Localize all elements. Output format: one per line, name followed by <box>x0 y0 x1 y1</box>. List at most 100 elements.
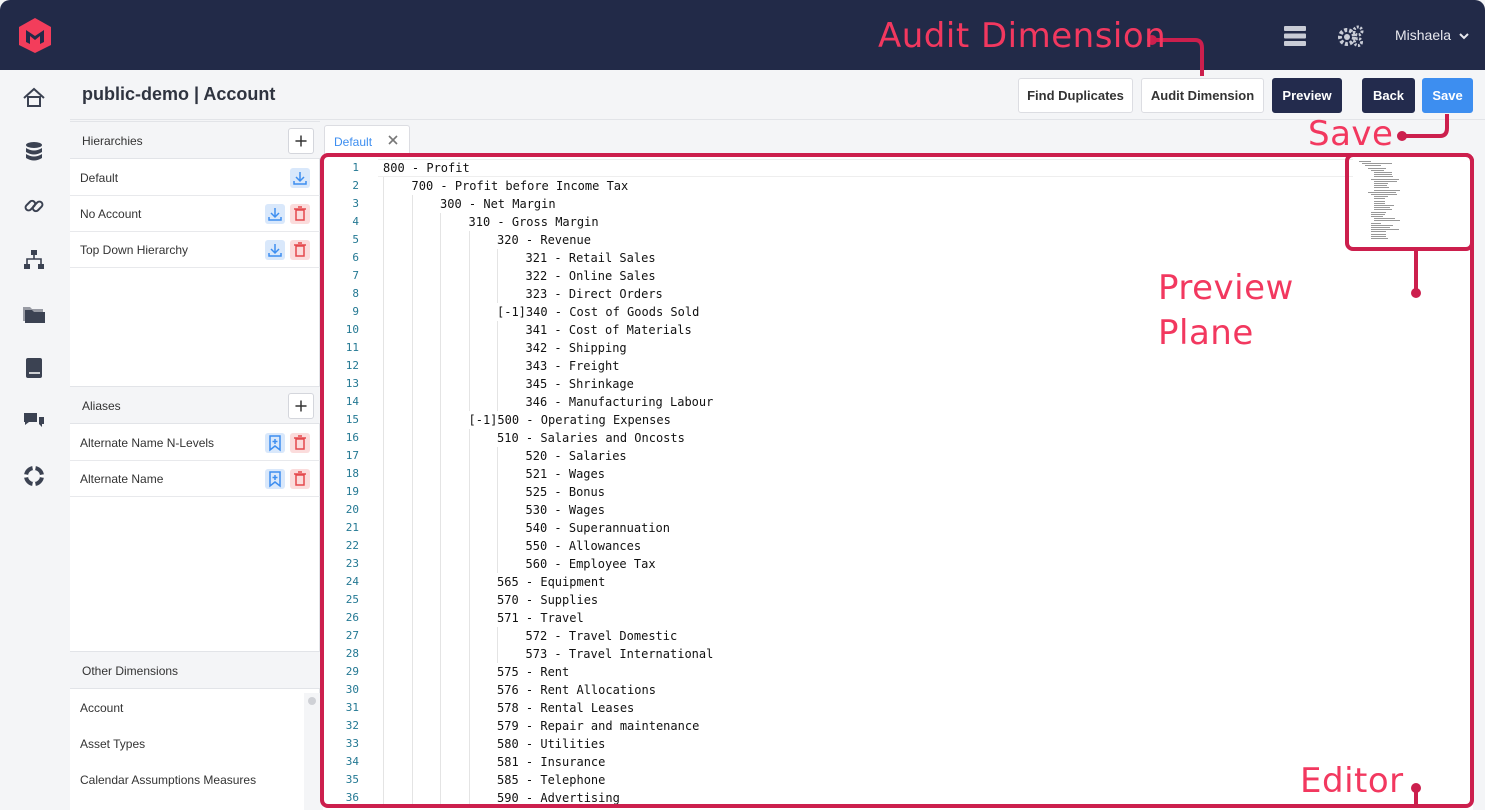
server-icon[interactable] <box>1283 25 1307 47</box>
line-number: 7 <box>352 269 359 282</box>
code-line[interactable]: 581 - Insurance <box>497 753 605 771</box>
indent-guide <box>468 447 470 465</box>
indent-guide <box>411 519 413 537</box>
hierarchy-item-no-account[interactable]: No Account <box>70 196 320 232</box>
code-line[interactable]: 580 - Utilities <box>497 735 605 753</box>
code-line[interactable]: 510 - Salaries and Oncosts <box>497 429 685 447</box>
user-menu[interactable]: Mishaela <box>1395 27 1470 43</box>
indent-guide <box>440 231 441 249</box>
indent-guide <box>411 321 413 339</box>
code-line[interactable]: 342 - Shipping <box>526 339 627 357</box>
code-line[interactable]: 560 - Employee Tax <box>526 555 656 573</box>
code-line[interactable]: 322 - Online Sales <box>526 267 656 285</box>
trash-icon[interactable] <box>290 469 310 489</box>
tab-default[interactable]: Default <box>324 125 410 155</box>
indent-guide <box>411 555 413 573</box>
indent-guide <box>383 645 384 663</box>
folder-icon[interactable] <box>22 302 46 326</box>
code-line[interactable]: 571 - Travel <box>497 609 584 627</box>
code-line[interactable]: 346 - Manufacturing Labour <box>526 393 714 411</box>
audit-dimension-button[interactable]: Audit Dimension <box>1141 78 1264 113</box>
indent-guide <box>497 537 498 555</box>
indent-guide <box>497 555 498 573</box>
code-line[interactable]: 700 - Profit before Income Tax <box>412 177 629 195</box>
dimension-item-account[interactable]: Account <box>70 690 320 726</box>
dimension-item-asset-types[interactable]: Asset Types <box>70 726 320 762</box>
find-duplicates-button[interactable]: Find Duplicates <box>1018 78 1133 113</box>
indent-guide <box>440 393 441 411</box>
indent-guide <box>383 591 384 609</box>
bookmark-add-icon[interactable] <box>265 433 285 453</box>
close-tab-icon[interactable] <box>387 134 399 146</box>
code-line[interactable]: 520 - Salaries <box>526 447 627 465</box>
code-line[interactable]: 323 - Direct Orders <box>526 285 663 303</box>
alias-item-n-levels[interactable]: Alternate Name N-Levels <box>70 425 320 461</box>
trash-icon[interactable] <box>290 204 310 224</box>
database-icon[interactable] <box>22 140 46 164</box>
hierarchy-icon[interactable] <box>22 248 46 272</box>
code-line[interactable]: 540 - Superannuation <box>526 519 671 537</box>
indent-guide <box>383 609 384 627</box>
code-line[interactable]: 572 - Travel Domestic <box>526 627 678 645</box>
download-icon[interactable] <box>265 240 285 260</box>
code-line[interactable]: 578 - Rental Leases <box>497 699 634 717</box>
code-line[interactable]: 341 - Cost of Materials <box>526 321 692 339</box>
other-dimensions-scrollbar[interactable] <box>304 693 320 810</box>
minimap[interactable] <box>1353 155 1443 255</box>
book-icon[interactable] <box>22 356 46 380</box>
indent-guide <box>411 501 413 519</box>
alias-item-alternate-name[interactable]: Alternate Name <box>70 461 320 497</box>
download-icon[interactable] <box>290 168 310 188</box>
code-line[interactable]: 343 - Freight <box>526 357 620 375</box>
code-line[interactable]: 565 - Equipment <box>497 573 605 591</box>
trash-icon[interactable] <box>290 240 310 260</box>
minimap-line <box>1368 191 1396 193</box>
code-line[interactable]: 300 - Net Margin <box>440 195 556 213</box>
hierarchy-item-top-down[interactable]: Top Down Hierarchy <box>70 232 320 268</box>
code-line[interactable]: 525 - Bonus <box>526 483 605 501</box>
minimap-line <box>1374 176 1393 178</box>
hierarchy-item-default[interactable]: Default <box>70 160 320 196</box>
code-line[interactable]: 573 - Travel International <box>526 645 714 663</box>
code-line[interactable]: 576 - Rent Allocations <box>497 681 656 699</box>
indent-guide <box>440 609 441 627</box>
link-icon[interactable] <box>22 194 46 218</box>
code-line[interactable]: 530 - Wages <box>526 501 605 519</box>
code-line[interactable]: 585 - Telephone <box>497 771 605 789</box>
preview-button[interactable]: Preview <box>1272 78 1342 113</box>
add-hierarchy-button[interactable] <box>288 128 314 154</box>
code-line[interactable]: [-1]500 - Operating Expenses <box>469 411 671 429</box>
code-line[interactable]: 345 - Shrinkage <box>526 375 634 393</box>
line-number: 4 <box>352 215 359 228</box>
code-line[interactable]: 310 - Gross Margin <box>469 213 599 231</box>
save-button[interactable]: Save <box>1422 78 1473 113</box>
minimap-line <box>1374 209 1392 211</box>
code-line[interactable]: 320 - Revenue <box>497 231 591 249</box>
code-line[interactable]: [-1]340 - Cost of Goods Sold <box>497 303 699 321</box>
scrollbar-thumb[interactable] <box>308 697 316 705</box>
code-line[interactable]: 521 - Wages <box>526 465 605 483</box>
code-line[interactable]: 590 - Advertising <box>497 789 620 807</box>
code-editor[interactable]: 1 2 3 4 5 6 7 8 9 10 11 12 13 14 15 16 17 18 19 20 21 22 23 24 2… <box>323 155 1473 810</box>
chat-icon[interactable] <box>22 410 46 434</box>
indent-guide <box>468 681 470 699</box>
bookmark-add-icon[interactable] <box>265 469 285 489</box>
code-line[interactable]: 800 - Profit <box>383 159 470 177</box>
indent-guide <box>383 483 384 501</box>
back-button[interactable]: Back <box>1362 78 1415 113</box>
line-number: 15 <box>345 413 359 426</box>
code-line[interactable]: 579 - Repair and maintenance <box>497 717 699 735</box>
lifebuoy-icon[interactable] <box>22 464 46 488</box>
app-logo-icon[interactable] <box>16 16 54 54</box>
download-icon[interactable] <box>265 204 285 224</box>
add-alias-button[interactable] <box>288 393 314 419</box>
settings-gears-icon[interactable] <box>1337 25 1365 47</box>
code-line[interactable]: 570 - Supplies <box>497 591 598 609</box>
trash-icon[interactable] <box>290 433 310 453</box>
code-line[interactable]: 321 - Retail Sales <box>526 249 656 267</box>
indent-guide <box>411 735 413 753</box>
code-line[interactable]: 575 - Rent <box>497 663 569 681</box>
home-icon[interactable] <box>22 86 46 110</box>
code-line[interactable]: 550 - Allowances <box>526 537 642 555</box>
dimension-item-calendar[interactable]: Calendar Assumptions Measures <box>70 762 320 798</box>
